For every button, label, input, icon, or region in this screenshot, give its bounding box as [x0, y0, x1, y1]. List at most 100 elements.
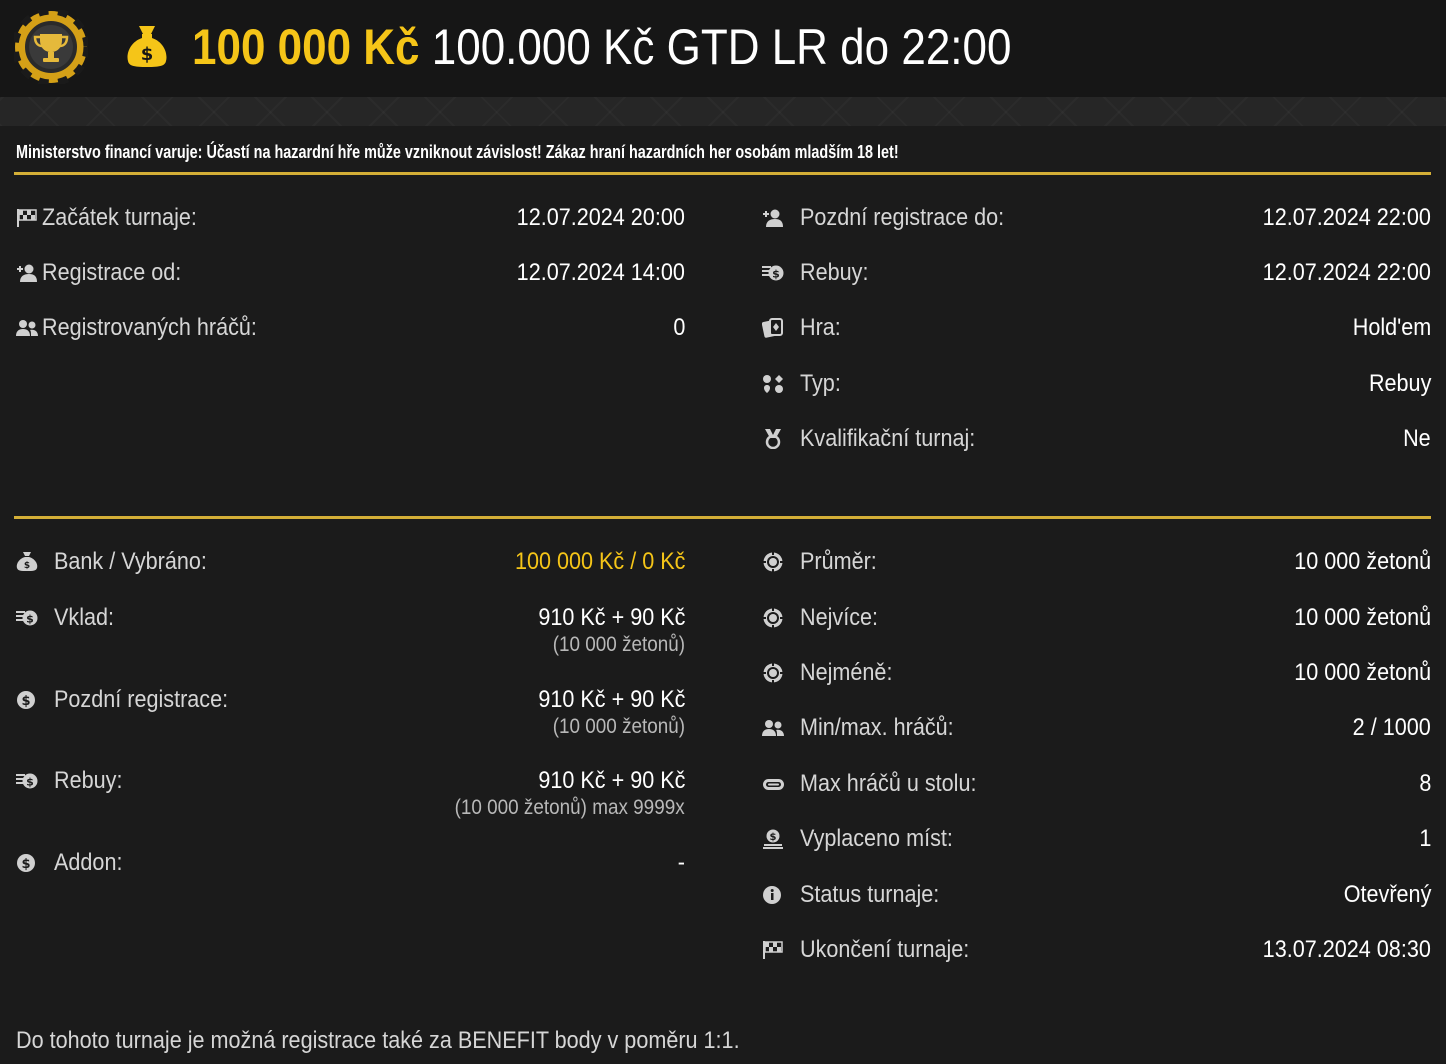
coins-icon: $: [762, 262, 788, 284]
info-label: Ukončení turnaje:: [800, 936, 970, 963]
info-subvalue: (10 000 žetonů): [552, 715, 685, 738]
header: $ 100 000 Kč 100.000 Kč GTD LR do 22:00: [0, 0, 1446, 97]
info-row-qualifier: Kvalifikační turnaj:: [762, 422, 995, 456]
info-row-buyin: $ Vklad:: [16, 601, 121, 635]
info-value: 910 Kč + 90 Kč: [537, 767, 685, 794]
svg-text:$: $: [772, 268, 780, 281]
info-row-paid-places: $ Vyplaceno míst:: [762, 822, 970, 856]
info-icon: [762, 884, 788, 906]
info-row-rebuy-until: $ Rebuy:: [762, 256, 876, 290]
info-value: 13.07.2024 08:30: [1262, 936, 1431, 963]
checkered-flag-icon: [762, 939, 788, 961]
info-row-tournament-status: Status turnaje:: [762, 878, 955, 912]
info-label: Kvalifikační turnaj:: [800, 425, 976, 452]
info-label: Addon:: [54, 849, 123, 876]
info-value: 910 Kč + 90 Kč: [537, 686, 685, 713]
svg-text:$: $: [21, 857, 30, 872]
coins-icon: $: [16, 770, 42, 792]
user-plus-icon: [762, 207, 788, 229]
info-label: Rebuy:: [54, 767, 123, 794]
info-value: -: [677, 849, 685, 876]
info-label: Nejméně:: [800, 659, 893, 686]
info-label: Rebuy:: [800, 259, 869, 286]
info-row-late-registration: $ Pozdní registrace:: [16, 683, 247, 717]
poker-chip-icon: [762, 662, 788, 684]
svg-text:$: $: [770, 832, 777, 843]
playing-cards-icon: [762, 317, 788, 339]
info-row-min-max-players: Min/max. hráčů:: [762, 711, 971, 745]
info-label: Bank / Vybráno:: [54, 548, 207, 575]
info-label: Status turnaje:: [800, 881, 940, 908]
info-row-average-stack: Průměr:: [762, 545, 885, 579]
benefit-note: Do tohoto turnaje je možná registrace ta…: [16, 1027, 740, 1054]
divider: [14, 516, 1431, 519]
dollar-coin-icon: $: [16, 852, 42, 874]
info-row-max-players-table: Max hráčů u stolu:: [762, 767, 996, 801]
info-value: Otevřený: [1343, 881, 1431, 908]
info-value: 12.07.2024 14:00: [516, 259, 685, 286]
info-label: Začátek turnaje:: [42, 204, 197, 231]
info-row-min-stack: Nejméně:: [762, 656, 903, 690]
tournament-title: 100 000 Kč 100.000 Kč GTD LR do 22:00: [192, 14, 1011, 80]
trophy-chip-icon: [14, 10, 88, 84]
info-value: 12.07.2024 20:00: [516, 204, 685, 231]
info-row-registered-players: Registrovaných hráčů:: [16, 311, 281, 345]
info-subvalue: (10 000 žetonů) max 9999x: [454, 796, 685, 819]
info-label: Vyplaceno míst:: [800, 825, 953, 852]
divider: [14, 172, 1431, 175]
info-label: Průměr:: [800, 548, 877, 575]
users-icon: [762, 717, 788, 739]
card-suits-icon: [762, 373, 788, 395]
users-icon: [16, 317, 42, 339]
gambling-warning: Ministerstvo financí varuje: Účastí na h…: [16, 142, 899, 162]
hand-coin-icon: $: [762, 828, 788, 850]
coins-icon: $: [16, 607, 42, 629]
info-row-max-stack: Nejvíce:: [762, 601, 887, 635]
info-label: Registrace od:: [42, 259, 182, 286]
money-bag-icon: $: [127, 26, 167, 67]
info-subvalue: (10 000 žetonů): [552, 633, 685, 656]
money-bag-icon: $: [16, 551, 42, 573]
info-label: Nejvíce:: [800, 604, 879, 631]
decorative-pattern-strip: [0, 97, 1446, 126]
info-value: 100 000 Kč / 0 Kč: [514, 548, 685, 575]
info-label: Typ:: [800, 370, 841, 397]
dollar-coin-icon: $: [16, 689, 42, 711]
info-value: 8: [1418, 770, 1431, 797]
info-row-game: Hra:: [762, 311, 845, 345]
user-plus-icon: [16, 262, 42, 284]
svg-text:$: $: [141, 44, 154, 65]
info-value: 10 000 žetonů: [1294, 548, 1431, 575]
info-row-tournament-end: Ukončení turnaje:: [762, 933, 988, 967]
info-label: Pozdní registrace:: [54, 686, 229, 713]
medal-icon: [762, 428, 788, 450]
info-label: Pozdní registrace do:: [800, 204, 1005, 231]
tournament-name: 100.000 Kč GTD LR do 22:00: [431, 19, 1012, 75]
info-value: Ne: [1403, 425, 1431, 452]
info-label: Hra:: [800, 314, 841, 341]
info-row-rebuy-price: $ Rebuy:: [16, 764, 130, 798]
info-value: 10 000 žetonů: [1294, 659, 1431, 686]
svg-text:$: $: [21, 694, 30, 709]
guarantee-amount: 100 000 Kč: [192, 19, 420, 75]
info-row-type: Typ:: [762, 367, 845, 401]
info-row-late-registration-until: Pozdní registrace do:: [762, 201, 1027, 235]
info-label: Min/max. hráčů:: [800, 714, 954, 741]
info-value: 12.07.2024 22:00: [1262, 259, 1431, 286]
info-value: 910 Kč + 90 Kč: [537, 604, 685, 631]
poker-chip-icon: [762, 551, 788, 573]
poker-table-icon: [762, 773, 788, 795]
poker-chip-icon: [762, 607, 788, 629]
info-row-addon: $ Addon:: [16, 846, 130, 880]
info-value: 10 000 žetonů: [1294, 604, 1431, 631]
info-label: Max hráčů u stolu:: [800, 770, 977, 797]
info-label: Vklad:: [54, 604, 115, 631]
info-row-registration-from: Registrace od:: [16, 256, 197, 290]
info-value: 12.07.2024 22:00: [1262, 204, 1431, 231]
info-value: 2 / 1000: [1352, 714, 1431, 741]
info-value: Rebuy: [1368, 370, 1431, 397]
svg-text:$: $: [26, 776, 34, 789]
info-value: 0: [672, 314, 685, 341]
info-value: Hold'em: [1352, 314, 1431, 341]
info-row-tournament-start: Začátek turnaje:: [16, 201, 214, 235]
